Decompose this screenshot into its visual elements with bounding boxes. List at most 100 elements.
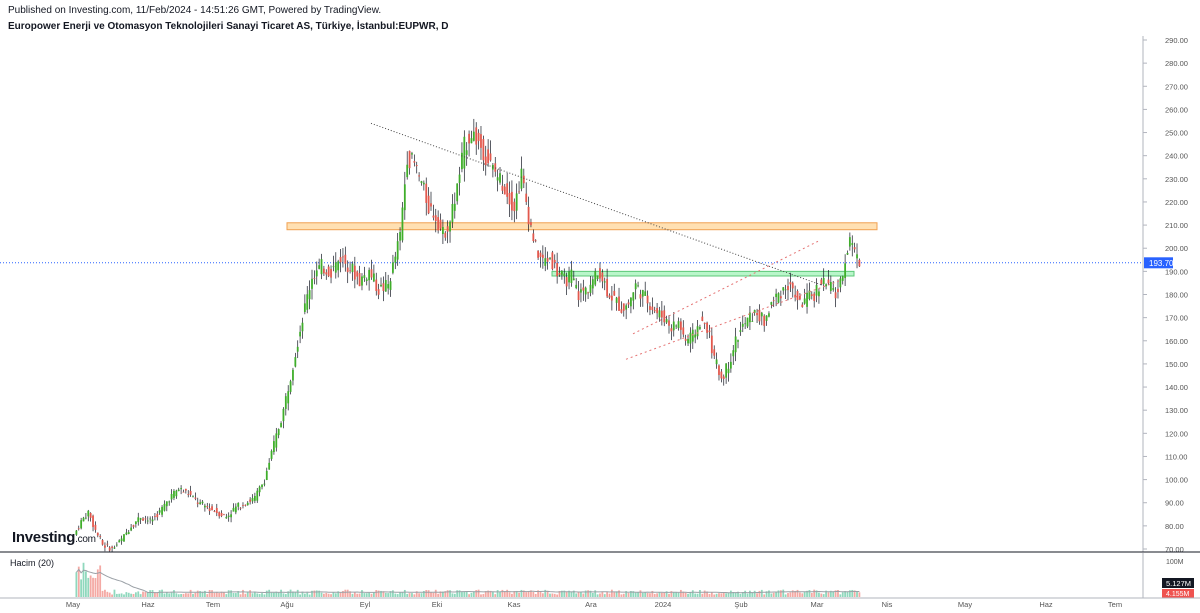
volume-bar	[720, 593, 723, 597]
volume-bar	[339, 592, 342, 597]
candle-up	[641, 290, 644, 297]
candle-up	[449, 221, 451, 232]
candle-down	[196, 502, 199, 505]
volume-bar	[249, 590, 252, 597]
volume-bar	[760, 589, 763, 597]
volume-bar	[246, 592, 249, 597]
candle-up	[732, 350, 735, 357]
volume-bar	[746, 593, 749, 597]
candle-up	[472, 131, 475, 141]
price-chart[interactable]: 70.00 80.00 90.00 100.00 110.00 120.00 130.00 1…	[0, 0, 1200, 613]
volume-bar	[477, 589, 480, 597]
candle-down	[444, 232, 447, 238]
candle-down	[663, 310, 666, 323]
volume-bar	[465, 591, 468, 597]
candle-up	[320, 259, 323, 275]
candle-up	[584, 287, 587, 295]
candle-up	[725, 363, 728, 378]
candle-up	[658, 310, 661, 318]
volume-bar	[270, 592, 273, 597]
volume-bar	[92, 577, 94, 597]
candle-up	[603, 281, 606, 283]
volume-bar	[622, 593, 625, 597]
candle-down	[182, 491, 185, 493]
candle-down	[508, 192, 511, 205]
volume-bar	[182, 593, 185, 597]
candle-down	[154, 516, 156, 517]
volume-bar	[234, 593, 237, 597]
candle-up	[765, 315, 768, 321]
candle-down	[639, 294, 642, 299]
volume-bar	[123, 594, 125, 597]
candle-up	[596, 275, 599, 279]
volume-bar	[858, 592, 861, 597]
candle-down	[99, 536, 102, 538]
candle-up	[168, 501, 171, 503]
volume-bar	[703, 590, 706, 597]
time-tick-label: Eyl	[360, 600, 371, 609]
candle-down	[501, 185, 504, 191]
resistance-zone[interactable]	[286, 222, 878, 231]
candle-up	[268, 462, 271, 470]
time-tick-label: Haz	[141, 600, 155, 609]
volume-bar	[420, 593, 423, 597]
volume-bar	[608, 593, 611, 597]
volume-bar	[539, 591, 542, 597]
candle-down	[779, 296, 782, 299]
candle-down	[327, 266, 330, 277]
candle-up	[520, 168, 523, 189]
candle-up	[165, 501, 168, 507]
volume-bar	[575, 593, 578, 597]
candle-down	[437, 217, 440, 231]
volume-bar	[610, 589, 613, 597]
volume-bar	[663, 592, 666, 597]
candle-down	[342, 256, 344, 258]
candle-up	[856, 254, 858, 259]
volume-bar	[161, 589, 163, 597]
volume-bar	[289, 589, 292, 597]
candle-up	[544, 258, 547, 266]
descending-trendline[interactable]	[370, 122, 823, 286]
candle-down	[313, 278, 316, 279]
volume-bar	[263, 594, 266, 597]
volume-bar	[649, 593, 651, 597]
candle-up	[85, 517, 87, 519]
candle-down	[713, 349, 716, 356]
time-tick-label: Tem	[1108, 600, 1122, 609]
support-zone[interactable]	[551, 270, 855, 277]
candle-up	[496, 177, 499, 181]
candle-down	[813, 293, 816, 301]
volume-bar	[641, 592, 644, 597]
time-tick-label: Kas	[508, 600, 521, 609]
volume-bar	[446, 590, 449, 597]
volume-bar	[256, 593, 259, 597]
time-tick-label: Haz	[1039, 600, 1053, 609]
candle-down	[534, 240, 537, 242]
time-tick-label: Mar	[811, 600, 824, 609]
volume-bar	[799, 592, 801, 597]
candle-up	[549, 257, 551, 259]
candle-down	[346, 267, 349, 273]
volume-bar	[725, 593, 728, 597]
candle-down	[489, 153, 492, 161]
volume-bar	[782, 589, 785, 597]
candle-down	[718, 365, 720, 376]
volume-bar	[158, 590, 161, 597]
candle-up	[770, 302, 773, 305]
volume-bar	[480, 594, 482, 597]
price-tick-label: 120.00	[1165, 429, 1188, 438]
candle-down	[249, 499, 252, 502]
candle-up	[594, 271, 597, 285]
price-tick-label: 230.00	[1165, 175, 1188, 184]
volume-bar	[265, 590, 268, 597]
candle-down	[408, 150, 411, 169]
volume-bar	[137, 591, 140, 597]
volume-bar	[599, 593, 601, 597]
candle-up	[760, 312, 763, 317]
volume-bar	[708, 594, 711, 597]
volume-bar	[777, 590, 780, 597]
volume-bar	[684, 592, 687, 597]
candle-down	[418, 175, 420, 177]
candle-down	[577, 291, 580, 301]
candle-up	[256, 490, 259, 501]
